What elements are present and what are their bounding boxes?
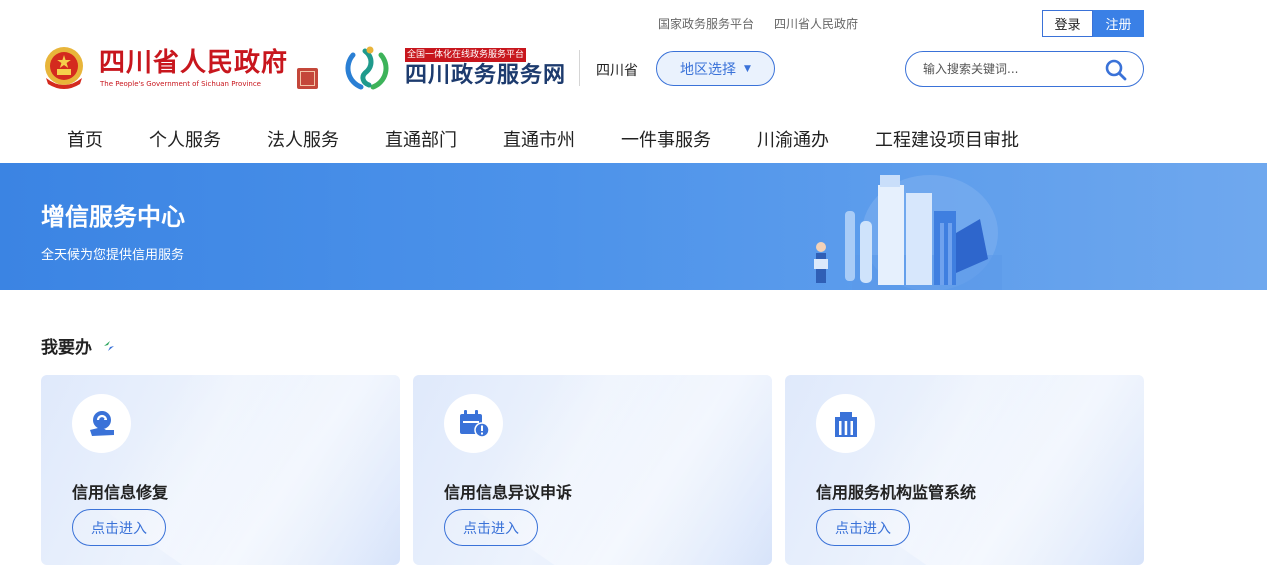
building-icon (834, 411, 857, 437)
portal-name[interactable]: 四川政务服务网 (405, 63, 566, 89)
banner-subtitle: 全天候为您提供信用服务 (41, 248, 185, 263)
nav-item-cities[interactable]: 直通市州 (503, 126, 575, 152)
card-title: 信用信息修复 (72, 483, 169, 502)
nav-item-construction[interactable]: 工程建设项目审批 (875, 126, 1019, 152)
section-title: 我要办 (41, 333, 116, 358)
login-button[interactable]: 登录 (1042, 10, 1093, 37)
service-card-agency-supervision[interactable]: 信用服务机构监管系统 点击进入 (785, 375, 1144, 565)
search-icon[interactable] (1104, 58, 1128, 82)
main-nav: 首页 个人服务 法人服务 直通部门 直通市州 一件事服务 川渝通办 工程建设项目… (67, 126, 1065, 152)
search-box (905, 51, 1144, 87)
seal-icon (297, 68, 318, 89)
portal-logo-icon (345, 46, 389, 90)
service-card-credit-repair[interactable]: 信用信息修复 点击进入 (41, 375, 400, 565)
region-select-button[interactable]: 地区选择 ▼ (656, 51, 775, 86)
register-button[interactable]: 注册 (1093, 10, 1144, 37)
search-input[interactable] (923, 60, 1093, 78)
enter-button[interactable]: 点击进入 (816, 509, 910, 546)
credit-repair-icon (89, 410, 114, 436)
government-subtitle: The People's Government of Sichuan Provi… (100, 80, 261, 88)
calendar-alert-icon-wrap (444, 394, 503, 453)
nav-item-legal-person[interactable]: 法人服务 (267, 126, 339, 152)
enter-button[interactable]: 点击进入 (72, 509, 166, 546)
section-title-text: 我要办 (41, 338, 92, 358)
nav-item-departments[interactable]: 直通部门 (385, 126, 457, 152)
top-links: 国家政务服务平台 四川省人民政府 (658, 15, 858, 32)
caret-down-icon: ▼ (744, 63, 751, 74)
enter-button[interactable]: 点击进入 (444, 509, 538, 546)
service-cards: 信用信息修复 点击进入 信用信息异议申诉 点击进入 信用服务机构监管系统 点击进… (41, 375, 1144, 565)
province-label: 四川省 (596, 63, 638, 79)
top-link-national-platform[interactable]: 国家政务服务平台 (658, 15, 754, 32)
building-icon-wrap (816, 394, 875, 453)
calendar-alert-icon (459, 409, 490, 438)
header: 国家政务服务平台 四川省人民政府 登录 注册 四川省人民政府 The Peopl… (0, 0, 1267, 163)
nav-item-personal[interactable]: 个人服务 (149, 126, 221, 152)
region-select-label: 地区选择 (680, 61, 737, 78)
government-title[interactable]: 四川省人民政府 (99, 48, 288, 78)
nav-item-one-thing[interactable]: 一件事服务 (621, 126, 711, 152)
card-title: 信用信息异议申诉 (444, 483, 573, 502)
portal-tag: 全国一体化在线政务服务平台 (405, 48, 527, 62)
nav-item-home[interactable]: 首页 (67, 126, 103, 152)
header-divider (579, 50, 580, 86)
credit-repair-icon-wrap (72, 394, 131, 453)
banner-title: 增信服务中心 (41, 203, 185, 231)
national-emblem-icon (45, 47, 83, 89)
service-card-credit-objection[interactable]: 信用信息异议申诉 点击进入 (413, 375, 772, 565)
nav-item-chuanyu[interactable]: 川渝通办 (757, 126, 829, 152)
city-buildings-illustration (814, 175, 1002, 290)
top-link-provincial-government[interactable]: 四川省人民政府 (774, 15, 858, 32)
card-title: 信用服务机构监管系统 (816, 483, 977, 502)
auth-buttons: 登录 注册 (1042, 10, 1144, 37)
banner: 增信服务中心 全天候为您提供信用服务 (0, 163, 1267, 290)
lightning-icon (104, 340, 114, 351)
